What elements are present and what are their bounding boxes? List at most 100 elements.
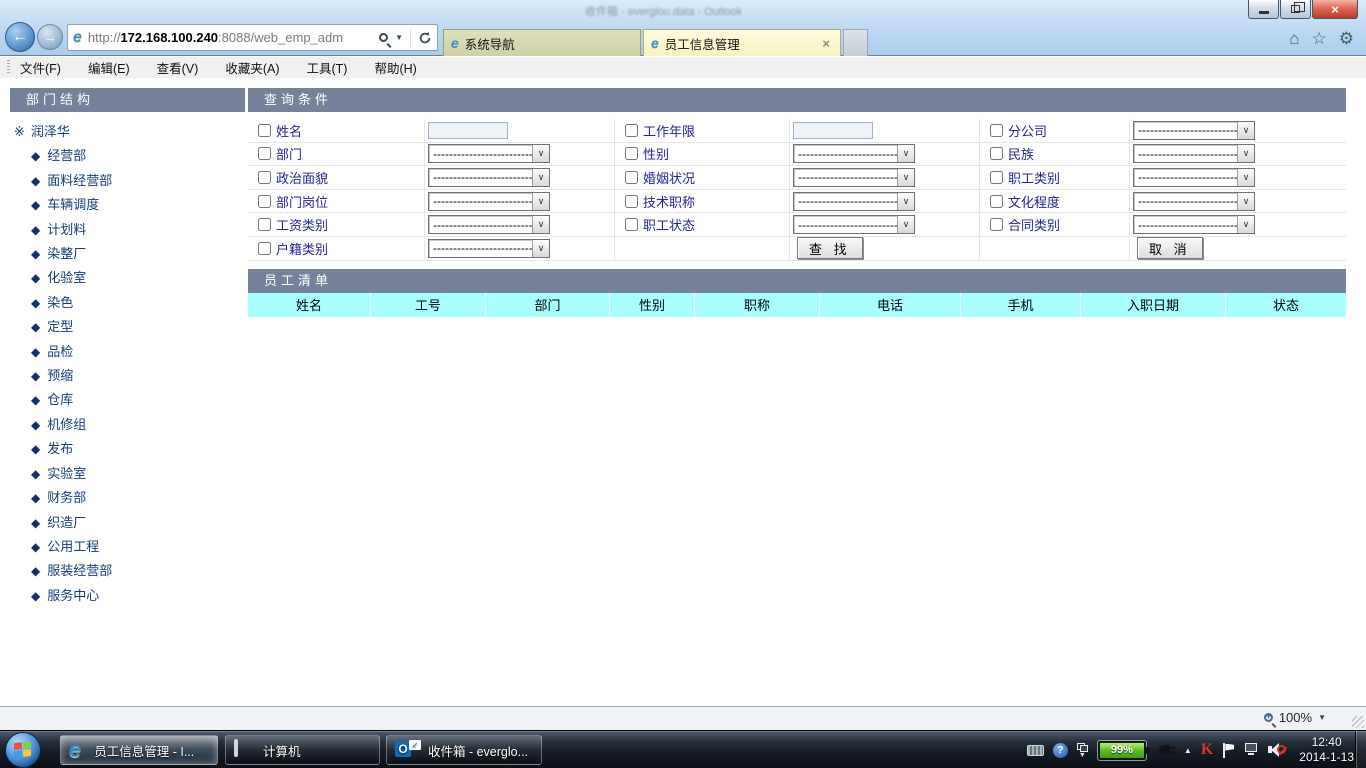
sidebar-department-item[interactable]: ◆染整厂	[10, 242, 245, 266]
query-dropdown[interactable]: -------------------------∨	[1133, 121, 1255, 140]
kaspersky-icon[interactable]: K	[1201, 741, 1213, 759]
chevron-down-icon[interactable]: ∨	[532, 193, 549, 210]
back-button[interactable]: ←	[5, 22, 35, 52]
new-tab-button[interactable]	[843, 29, 868, 56]
query-dropdown[interactable]: -------------------------∨	[1133, 144, 1255, 163]
menu-item[interactable]: 查看(V)	[157, 58, 199, 77]
search-icon[interactable]	[379, 33, 388, 42]
query-checkbox[interactable]	[258, 124, 271, 137]
sidebar-department-item[interactable]: ◆服装经营部	[10, 559, 245, 583]
window-switch-icon[interactable]: ▼	[1077, 743, 1089, 757]
query-dropdown[interactable]: -------------------------∨	[793, 144, 915, 163]
sidebar-department-item[interactable]: ◆发布	[10, 437, 245, 461]
query-checkbox[interactable]	[990, 124, 1003, 137]
start-button[interactable]	[5, 732, 41, 768]
help-icon[interactable]: ?	[1053, 743, 1068, 758]
menu-item[interactable]: 编辑(E)	[88, 58, 130, 77]
chevron-down-icon[interactable]: ∨	[897, 145, 914, 162]
chevron-down-icon[interactable]: ∨	[532, 240, 549, 257]
battery-indicator[interactable]: 99%	[1098, 741, 1146, 760]
query-checkbox[interactable]	[990, 147, 1003, 160]
forward-button[interactable]: →	[37, 24, 63, 50]
address-bar[interactable]: e http://172.168.100.240:8088/web_emp_ad…	[67, 24, 438, 51]
query-dropdown[interactable]: -------------------------∨	[428, 168, 550, 187]
gear-icon[interactable]: ⚙	[1339, 30, 1354, 47]
search-button[interactable]: 查 找	[797, 237, 863, 259]
query-text-input[interactable]	[793, 122, 873, 139]
taskbar-button-outlook[interactable]: O ✓ 收件箱 - everglo...	[386, 735, 542, 765]
chevron-down-icon[interactable]: ∨	[532, 216, 549, 233]
sidebar-department-item[interactable]: ◆品检	[10, 340, 245, 364]
sidebar-department-item[interactable]: ◆定型	[10, 315, 245, 339]
query-checkbox[interactable]	[258, 147, 271, 160]
clock[interactable]: 12:40 2014-1-13	[1299, 735, 1354, 765]
query-text-input[interactable]	[428, 122, 508, 139]
cancel-button[interactable]: 取 消	[1137, 237, 1203, 259]
query-checkbox[interactable]	[258, 195, 271, 208]
taskbar-button-computer[interactable]: 计算机	[225, 735, 380, 765]
sidebar-department-item[interactable]: ◆服务中心	[10, 584, 245, 608]
chevron-down-icon[interactable]: ∨	[1237, 169, 1254, 186]
query-checkbox[interactable]	[625, 124, 638, 137]
action-center-flag-icon[interactable]	[1222, 743, 1234, 758]
query-dropdown[interactable]: -------------------------∨	[1133, 215, 1255, 234]
resize-grip[interactable]	[1352, 716, 1364, 728]
favorites-star-icon[interactable]: ☆	[1312, 30, 1327, 47]
sidebar-department-item[interactable]: ◆机修组	[10, 413, 245, 437]
chevron-down-icon[interactable]: ∨	[897, 216, 914, 233]
volume-muted-icon[interactable]	[1268, 742, 1286, 758]
sidebar-department-item[interactable]: ◆实验室	[10, 462, 245, 486]
sidebar-department-item[interactable]: ◆面料经营部	[10, 169, 245, 193]
query-checkbox[interactable]	[258, 218, 271, 231]
keyboard-icon[interactable]	[1027, 745, 1044, 756]
query-dropdown[interactable]: -------------------------∨	[428, 144, 550, 163]
chevron-down-icon[interactable]: ∨	[897, 169, 914, 186]
chevron-down-icon[interactable]: ∨	[1237, 193, 1254, 210]
query-dropdown[interactable]: -------------------------∨	[1133, 192, 1255, 211]
sidebar-department-item[interactable]: ◆化验室	[10, 266, 245, 290]
restore-button[interactable]	[1280, 0, 1311, 19]
sidebar-department-item[interactable]: ◆染色	[10, 291, 245, 315]
sidebar-department-item[interactable]: ◆仓库	[10, 388, 245, 412]
chevron-down-icon[interactable]: ∨	[897, 193, 914, 210]
search-dropdown-icon[interactable]: ▼	[395, 33, 403, 42]
sidebar-department-item[interactable]: ◆车辆调度	[10, 193, 245, 217]
query-dropdown[interactable]: -------------------------∨	[428, 192, 550, 211]
query-checkbox[interactable]	[990, 218, 1003, 231]
power-plug-icon[interactable]	[1159, 743, 1175, 757]
query-checkbox[interactable]	[625, 195, 638, 208]
network-icon[interactable]	[1243, 743, 1259, 757]
taskbar-button-ie[interactable]: e 员工信息管理 - I...	[60, 735, 218, 765]
tab-employee-info[interactable]: e 员工信息管理 ×	[643, 29, 841, 56]
chevron-down-icon[interactable]: ∨	[1237, 122, 1254, 139]
home-icon[interactable]: ⌂	[1289, 30, 1299, 47]
query-dropdown[interactable]: -------------------------∨	[428, 239, 550, 258]
menu-item[interactable]: 工具(T)	[306, 58, 347, 77]
query-dropdown[interactable]: -------------------------∨	[428, 215, 550, 234]
sidebar-department-item[interactable]: ◆公用工程	[10, 535, 245, 559]
chevron-down-icon[interactable]: ∨	[532, 145, 549, 162]
query-checkbox[interactable]	[625, 171, 638, 184]
query-checkbox[interactable]	[625, 218, 638, 231]
query-dropdown[interactable]: -------------------------∨	[793, 215, 915, 234]
zoom-control[interactable]: 100% ▼	[1264, 710, 1326, 725]
query-dropdown[interactable]: -------------------------∨	[793, 168, 915, 187]
hidden-icons-arrow[interactable]: ▲	[1184, 746, 1192, 755]
tree-root-company[interactable]: ※润泽华	[10, 120, 245, 144]
query-checkbox[interactable]	[258, 171, 271, 184]
chevron-down-icon[interactable]: ∨	[1237, 145, 1254, 162]
query-checkbox[interactable]	[625, 147, 638, 160]
tab-system-nav[interactable]: e 系统导航	[443, 29, 641, 56]
sidebar-department-item[interactable]: ◆经营部	[10, 144, 245, 168]
sidebar-department-item[interactable]: ◆预缩	[10, 364, 245, 388]
sidebar-department-item[interactable]: ◆财务部	[10, 486, 245, 510]
sidebar-department-item[interactable]: ◆织造厂	[10, 511, 245, 535]
menu-item[interactable]: 帮助(H)	[374, 58, 416, 77]
minimize-button[interactable]	[1248, 0, 1279, 19]
query-checkbox[interactable]	[990, 195, 1003, 208]
query-checkbox[interactable]	[990, 171, 1003, 184]
chevron-down-icon[interactable]: ∨	[1237, 216, 1254, 233]
close-button[interactable]: ×	[1312, 0, 1358, 19]
chevron-down-icon[interactable]: ∨	[532, 169, 549, 186]
sidebar-department-item[interactable]: ◆计划料	[10, 218, 245, 242]
